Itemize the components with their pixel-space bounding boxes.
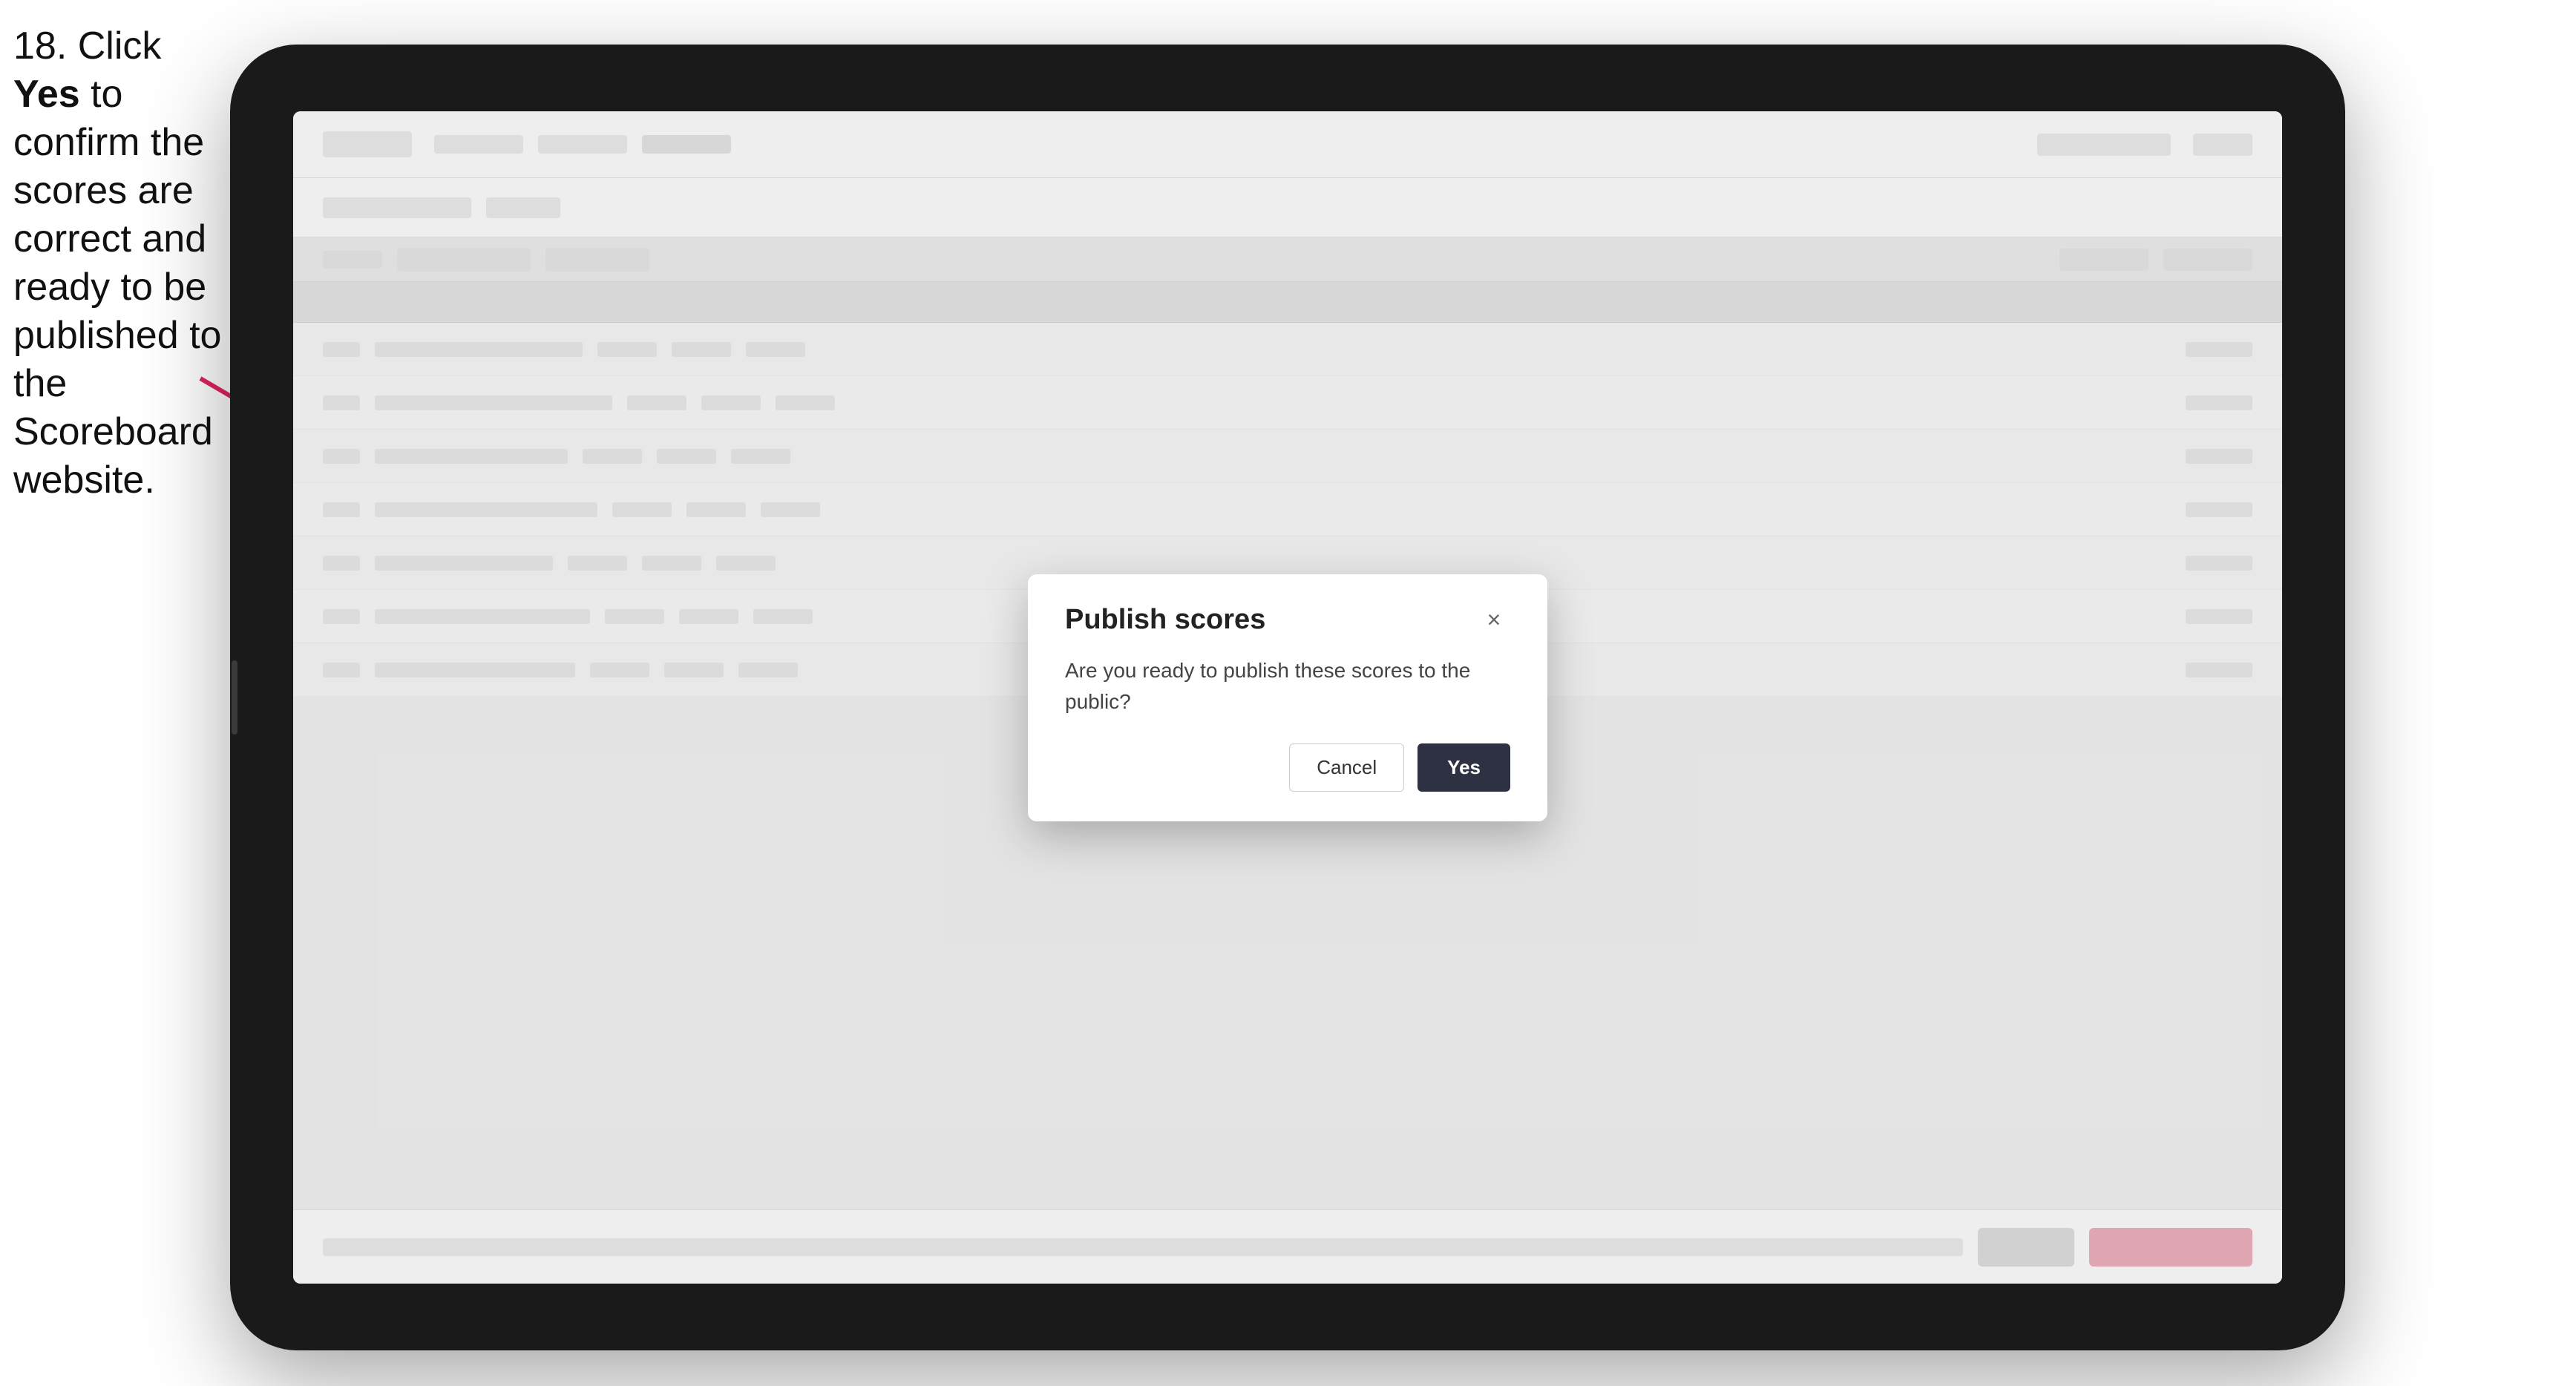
modal-message: Are you ready to publish these scores to…: [1065, 655, 1510, 717]
modal-title: Publish scores: [1065, 604, 1265, 636]
tablet-device: Publish scores × Are you ready to publis…: [230, 45, 2345, 1350]
instruction-prefix: Click: [78, 24, 162, 68]
cancel-button[interactable]: Cancel: [1289, 743, 1404, 792]
instruction-bold: Yes: [13, 73, 80, 116]
step-number: 18.: [13, 24, 67, 68]
modal-close-button[interactable]: ×: [1478, 604, 1510, 637]
yes-button[interactable]: Yes: [1418, 743, 1510, 792]
dialog-overlay: Publish scores × Are you ready to publis…: [293, 111, 2282, 1284]
modal-footer: Cancel Yes: [1065, 743, 1510, 792]
tablet-side-button: [232, 660, 237, 735]
modal-header: Publish scores ×: [1065, 604, 1510, 637]
publish-scores-dialog: Publish scores × Are you ready to publis…: [1028, 574, 1547, 821]
tablet-screen: Publish scores × Are you ready to publis…: [293, 111, 2282, 1284]
instruction-suffix: to confirm the scores are correct and re…: [13, 73, 221, 502]
instruction-text: 18. Click Yes to confirm the scores are …: [13, 22, 229, 505]
modal-body: Are you ready to publish these scores to…: [1065, 655, 1510, 717]
